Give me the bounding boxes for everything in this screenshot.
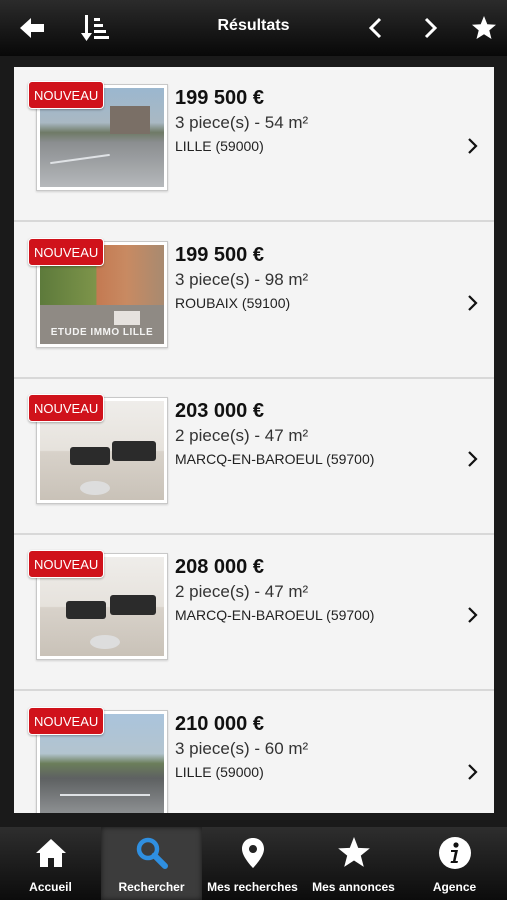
listing-price: 210 000 € [175, 713, 264, 735]
listing-rooms: 2 piece(s) - 47 m² [175, 426, 309, 445]
listing-rooms: 3 piece(s) - 54 m² [175, 113, 309, 132]
listing-city: MARCQ-EN-BAROEUL (59700) [175, 607, 375, 623]
listing-price: 208 000 € [175, 556, 264, 578]
chevron-right-icon [468, 138, 478, 154]
tab-mes-annonces[interactable]: Mes annonces [303, 827, 404, 900]
tab-label: Mes recherches [207, 880, 298, 894]
listing-city: LILLE (59000) [175, 764, 264, 780]
tab-label: Rechercher [118, 880, 185, 894]
listing-rooms: 3 piece(s) - 60 m² [175, 739, 309, 758]
tab-accueil[interactable]: Accueil [0, 827, 101, 900]
listing-city: LILLE (59000) [175, 138, 264, 154]
home-icon [35, 839, 66, 867]
new-badge: NOUVEAU [28, 550, 105, 578]
listing-rooms: 3 piece(s) - 98 m² [175, 270, 309, 289]
tab-mes-recherches[interactable]: Mes recherches [202, 827, 303, 900]
new-badge: NOUVEAU [28, 81, 105, 109]
listing-item[interactable]: NOUVEAU 208 000 € 2 piece(s) - 47 m² MAR… [14, 536, 494, 691]
chevron-right-icon [468, 607, 478, 623]
tab-agence[interactable]: Agence [404, 827, 505, 900]
listing-price: 203 000 € [175, 400, 264, 422]
results-list[interactable]: NOUVEAU 199 500 € 3 piece(s) - 54 m² LIL… [14, 67, 494, 813]
listing-price: 199 500 € [175, 244, 264, 266]
listing-price: 199 500 € [175, 87, 264, 109]
new-badge: NOUVEAU [28, 394, 105, 422]
tab-rechercher[interactable]: Rechercher [101, 827, 202, 900]
info-icon [438, 837, 471, 869]
top-navigation-bar: Résultats [0, 0, 507, 56]
search-icon [136, 837, 168, 869]
tab-label: Accueil [29, 880, 72, 894]
tab-label: Agence [432, 880, 477, 894]
listing-item[interactable]: ETUDE IMMO LILLE NOUVEAU 199 500 € 3 pie… [14, 224, 494, 379]
chevron-right-icon [468, 295, 478, 311]
chevron-right-icon [468, 764, 478, 780]
listing-city: ROUBAIX (59100) [175, 295, 291, 311]
new-badge: NOUVEAU [28, 238, 105, 266]
tab-label: Mes annonces [312, 880, 395, 894]
listing-rooms: 2 piece(s) - 47 m² [175, 582, 309, 601]
listing-city: MARCQ-EN-BAROEUL (59700) [175, 451, 375, 467]
star-icon [337, 837, 370, 867]
bottom-tab-bar: Accueil Rechercher Mes recherches Mes an… [0, 827, 507, 900]
previous-chevron-icon[interactable] [360, 12, 392, 44]
listing-item[interactable]: NOUVEAU 210 000 € 3 piece(s) - 60 m² LIL… [14, 693, 494, 813]
location-pin-icon [241, 838, 264, 868]
listing-item[interactable]: NOUVEAU 199 500 € 3 piece(s) - 54 m² LIL… [14, 67, 494, 222]
next-chevron-icon[interactable] [414, 12, 446, 44]
favorite-star-icon[interactable] [468, 12, 500, 44]
photo-watermark: ETUDE IMMO LILLE [50, 327, 154, 338]
listing-item[interactable]: NOUVEAU 203 000 € 2 piece(s) - 47 m² MAR… [14, 380, 494, 535]
chevron-right-icon [468, 451, 478, 467]
new-badge: NOUVEAU [28, 707, 105, 735]
